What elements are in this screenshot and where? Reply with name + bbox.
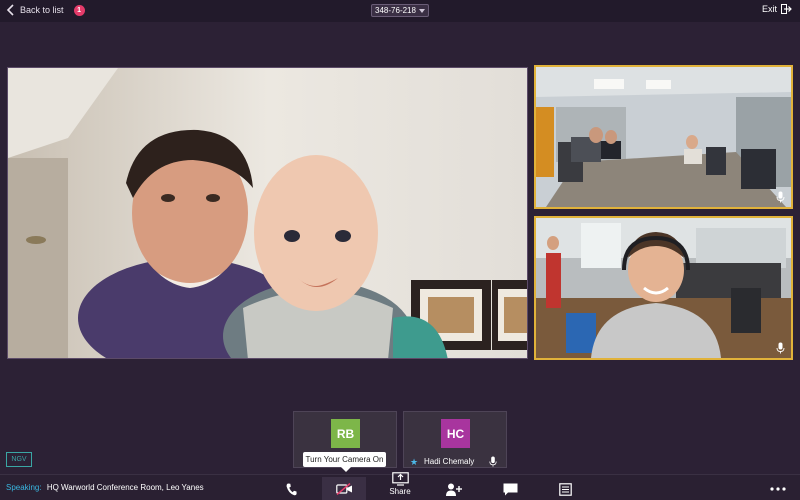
add-participant-icon: [446, 483, 462, 496]
notification-badge: 1: [73, 4, 85, 16]
bottom-toolbar: Speaking: HQ Warworld Conference Room, L…: [0, 472, 800, 500]
chat-icon: [503, 483, 517, 495]
exit-button[interactable]: Exit: [762, 4, 792, 14]
mic-icon: [776, 191, 785, 203]
participant-video-office[interactable]: [534, 216, 793, 360]
mic-icon: [776, 342, 785, 354]
share-screen-icon: [391, 472, 409, 486]
camera-off-icon: [335, 483, 352, 495]
more-options-button[interactable]: [768, 479, 788, 499]
top-bar: Back to list 1 348-76-218 Exit: [0, 0, 800, 22]
back-label: Back to list: [20, 5, 64, 15]
chevron-left-icon: [6, 4, 14, 16]
meeting-id-text: 348-76-218: [375, 6, 416, 15]
participant-name: Hadi Chemaly: [424, 457, 475, 466]
camera-tooltip: Turn Your Camera On: [303, 452, 386, 472]
chevron-down-icon: [418, 8, 425, 13]
conference-room-image: [536, 67, 791, 207]
back-to-list-button[interactable]: Back to list 1: [6, 4, 85, 16]
avatar: HC: [441, 419, 470, 448]
avatar: RB: [331, 419, 360, 448]
speaking-label: Speaking:: [6, 483, 42, 492]
main-video-image: [8, 68, 527, 358]
notes-icon: [558, 482, 572, 496]
notes-button[interactable]: [555, 479, 575, 499]
speaking-indicator: Speaking: HQ Warworld Conference Room, L…: [6, 483, 204, 492]
speaking-names: HQ Warworld Conference Room, Leo Yanes: [46, 483, 204, 492]
mic-icon: [489, 456, 497, 467]
share-label: Share: [389, 487, 411, 496]
add-participant-button[interactable]: [444, 479, 464, 499]
phone-button[interactable]: [281, 479, 301, 499]
participant-video-conference-room[interactable]: [534, 65, 793, 209]
exit-icon: [781, 4, 792, 14]
exit-label: Exit: [761, 4, 777, 14]
camera-toggle-button[interactable]: [322, 477, 366, 500]
ngv-tag: NGV: [6, 452, 32, 467]
more-icon: [770, 487, 786, 491]
participant-tile-hc[interactable]: HC ★ Hadi Chemaly: [403, 411, 507, 468]
main-video-feed[interactable]: [7, 67, 528, 359]
chat-button[interactable]: [500, 479, 520, 499]
meeting-id-dropdown[interactable]: 348-76-218: [371, 4, 429, 17]
share-button[interactable]: Share: [384, 467, 416, 500]
office-image: [536, 218, 791, 358]
phone-icon: [286, 483, 297, 495]
